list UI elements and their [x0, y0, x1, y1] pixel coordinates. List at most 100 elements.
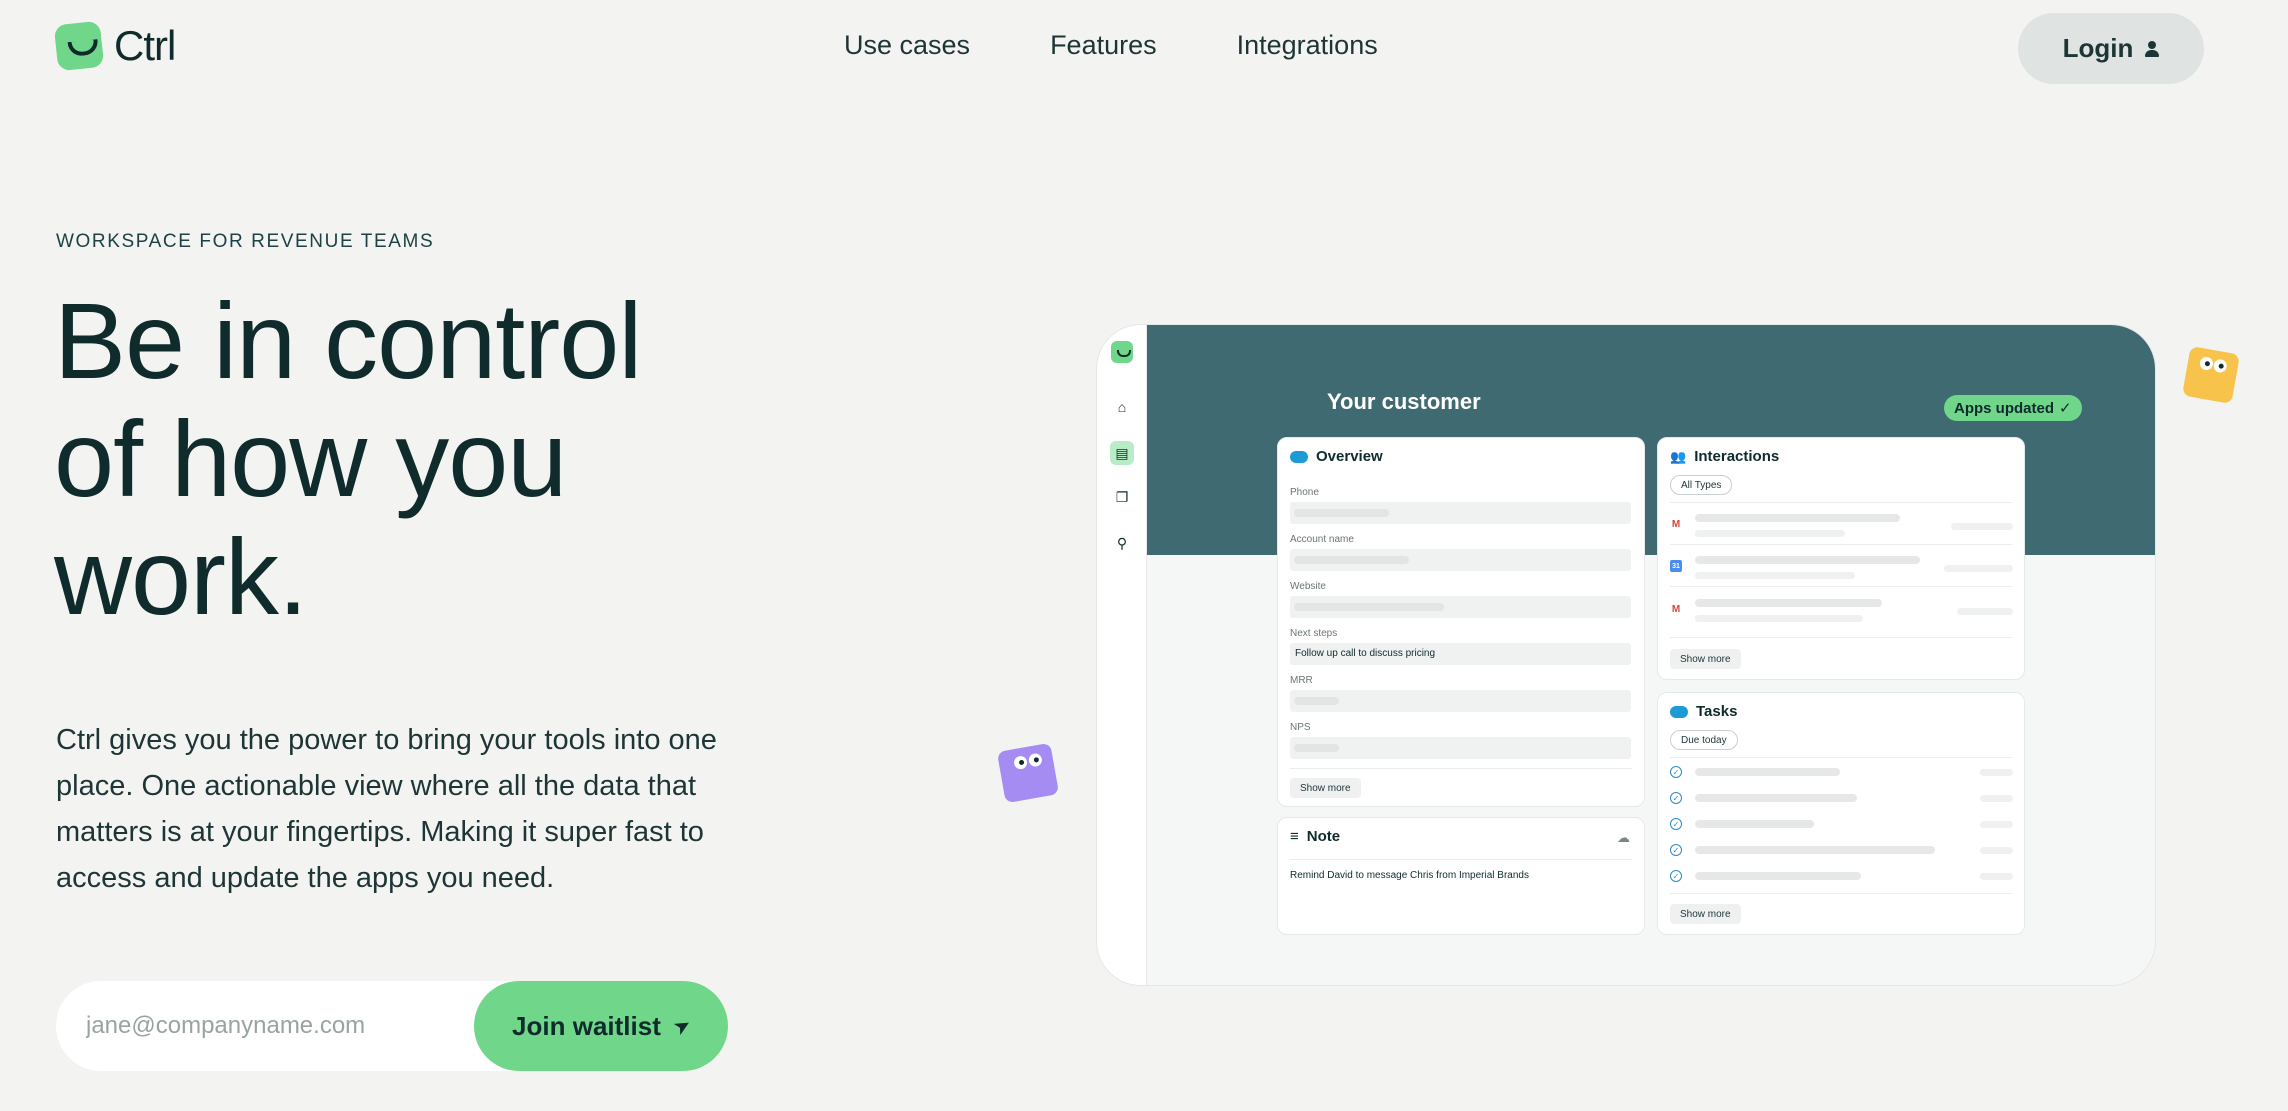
- tasks-card-title: Tasks: [1670, 703, 1737, 720]
- tasks-card: Tasks Due today ✓ ✓ ✓ ✓ ✓ Show more: [1657, 692, 2025, 935]
- logo-text: Ctrl: [114, 22, 176, 69]
- placeholder-bar: [1695, 530, 1845, 537]
- nav-link-features[interactable]: Features: [1050, 30, 1157, 61]
- field-label-nps: NPS: [1290, 722, 1311, 733]
- send-icon: ➤: [670, 1013, 694, 1039]
- divider: [1670, 502, 2012, 503]
- placeholder-bar: [1695, 820, 1814, 828]
- check-circle-icon[interactable]: ✓: [1670, 792, 1682, 804]
- placeholder-bar: [1944, 565, 2013, 572]
- join-waitlist-label: Join waitlist: [512, 1010, 661, 1041]
- logo-icon: [53, 20, 105, 72]
- divider: [1670, 637, 2012, 638]
- interactions-card-title: 👥 Interactions: [1670, 448, 1779, 465]
- interactions-show-more-button[interactable]: Show more: [1670, 649, 1741, 669]
- next-steps-value: Follow up call to discuss pricing: [1295, 648, 1436, 659]
- placeholder-bar: [1695, 615, 1863, 622]
- stack-icon[interactable]: ❐: [1110, 485, 1134, 509]
- main-nav: Use cases Features Integrations: [844, 30, 1378, 61]
- check-circle-icon[interactable]: ✓: [1670, 844, 1682, 856]
- placeholder-bar: [1980, 769, 2013, 776]
- headline-line-3: work.: [54, 516, 308, 637]
- interactions-filter-chip[interactable]: All Types: [1670, 475, 1733, 495]
- waitlist-form: Join waitlist ➤: [56, 981, 728, 1071]
- brand-logo[interactable]: Ctrl: [53, 20, 176, 72]
- preview-title: Your customer: [1327, 389, 1481, 414]
- check-circle-icon[interactable]: ✓: [1670, 766, 1682, 778]
- field-account-name[interactable]: [1290, 549, 1631, 571]
- placeholder-bar: [1695, 768, 1840, 776]
- divider: [1670, 893, 2012, 894]
- mascot-eye: [1027, 752, 1043, 768]
- tasks-show-more-button[interactable]: Show more: [1670, 904, 1741, 924]
- placeholder-bar: [1957, 608, 2013, 615]
- login-label: Login: [2062, 33, 2134, 63]
- hero-eyebrow: WORKSPACE FOR REVENUE TEAMS: [56, 231, 435, 252]
- yellow-mascot-icon: [2182, 346, 2240, 404]
- nav-link-use-cases[interactable]: Use cases: [844, 30, 970, 61]
- gmail-icon: M: [1671, 518, 1681, 530]
- salesforce-icon: [1290, 450, 1308, 463]
- check-circle-icon[interactable]: ✓: [1670, 818, 1682, 830]
- app-sidebar: ⌂ ▤ ❐ ⚲: [1097, 325, 1147, 985]
- headline-line-1: Be in control: [54, 280, 642, 401]
- nav-link-integrations[interactable]: Integrations: [1237, 30, 1378, 61]
- note-card-title: ≡ Note: [1290, 828, 1340, 845]
- apps-updated-badge: Apps updated ✓: [1944, 395, 2082, 421]
- gmail-icon: M: [1671, 603, 1681, 615]
- note-text[interactable]: Remind David to message Chris from Imper…: [1290, 870, 1529, 881]
- search-icon[interactable]: ⚲: [1110, 531, 1134, 555]
- field-mrr[interactable]: [1290, 690, 1631, 712]
- placeholder-bar: [1695, 599, 1882, 607]
- join-waitlist-button[interactable]: Join waitlist ➤: [474, 981, 728, 1071]
- hero-description: Ctrl gives you the power to bring your t…: [56, 724, 717, 894]
- people-icon: 👥: [1670, 448, 1687, 464]
- overview-card: Overview Phone Account name Website Next…: [1277, 437, 1645, 807]
- placeholder-bar: [1695, 514, 1900, 522]
- placeholder-bar: [1695, 846, 1935, 854]
- placeholder-bar: [1980, 795, 2013, 802]
- overview-card-title: Overview: [1290, 448, 1383, 465]
- app-preview: ⌂ ▤ ❐ ⚲ Your customer Apps updated ✓ Ove…: [1097, 325, 2155, 985]
- note-card: ≡ Note ☁ Remind David to message Chris f…: [1277, 817, 1645, 935]
- divider: [1670, 544, 2012, 545]
- email-input[interactable]: [86, 981, 486, 1071]
- placeholder-bar: [1980, 821, 2013, 828]
- divider: [1290, 859, 1632, 860]
- purple-mascot-icon: [996, 742, 1060, 804]
- home-icon[interactable]: ⌂: [1110, 395, 1134, 419]
- check-icon: ✓: [2059, 400, 2072, 417]
- rail-logo-icon: [1111, 341, 1133, 363]
- divider: [1290, 768, 1632, 769]
- field-next-steps[interactable]: Follow up call to discuss pricing: [1290, 643, 1631, 665]
- placeholder-bar: [1695, 556, 1920, 564]
- mascot-eye: [1013, 755, 1029, 771]
- cloud-icon: ☁: [1617, 830, 1630, 845]
- placeholder-bar: [1695, 572, 1855, 579]
- apps-updated-label: Apps updated: [1954, 399, 2054, 417]
- tasks-title: Tasks: [1696, 703, 1738, 720]
- interactions-title: Interactions: [1694, 448, 1780, 465]
- headline-line-2: of how you: [54, 398, 567, 519]
- placeholder-bar: [1695, 872, 1861, 880]
- salesforce-icon: [1670, 705, 1688, 718]
- placeholder-bar: [1980, 873, 2013, 880]
- login-button[interactable]: Login: [2018, 13, 2204, 84]
- check-circle-icon[interactable]: ✓: [1670, 870, 1682, 882]
- field-label-next-steps: Next steps: [1290, 628, 1338, 639]
- interactions-card: 👥 Interactions All Types M 31 M Show mor…: [1657, 437, 2025, 680]
- field-label-website: Website: [1290, 581, 1326, 592]
- field-website[interactable]: [1290, 596, 1631, 618]
- overview-show-more-button[interactable]: Show more: [1290, 778, 1361, 798]
- field-phone[interactable]: [1290, 502, 1631, 524]
- hero-headline: Be in control of how you work.: [54, 282, 754, 636]
- placeholder-bar: [1980, 847, 2013, 854]
- field-label-account-name: Account name: [1290, 534, 1354, 545]
- field-nps[interactable]: [1290, 737, 1631, 759]
- mascot-eye: [2198, 356, 2214, 372]
- divider: [1670, 757, 2012, 758]
- tasks-filter-chip[interactable]: Due today: [1670, 730, 1738, 750]
- placeholder-bar: [1695, 794, 1857, 802]
- cards-icon[interactable]: ▤: [1110, 441, 1134, 465]
- mascot-eye: [2212, 358, 2228, 374]
